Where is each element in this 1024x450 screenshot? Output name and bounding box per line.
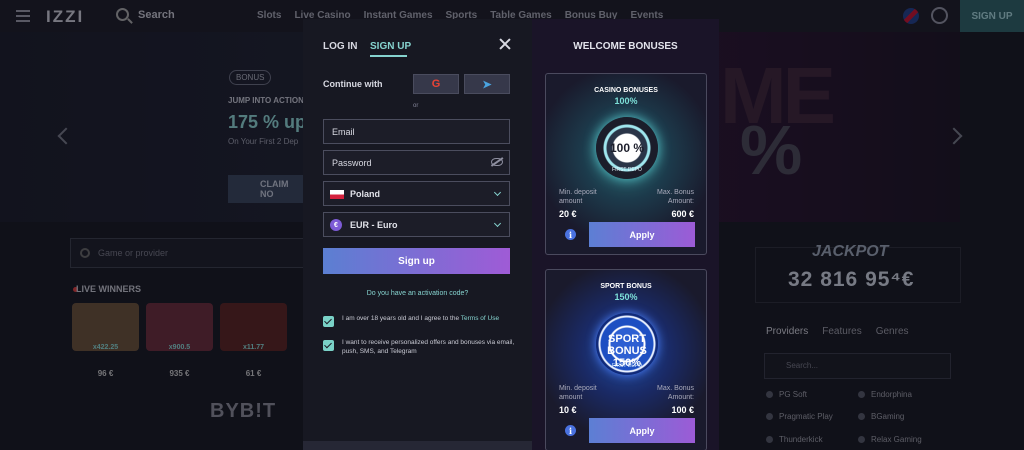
email-placeholder: Email bbox=[332, 127, 355, 137]
chevron-down-icon bbox=[493, 219, 502, 228]
euro-icon: € bbox=[330, 219, 342, 231]
sport-chip-icon: SPORT BONUS 150% FIRST DEPO bbox=[596, 313, 658, 375]
tab-login[interactable]: LOG IN bbox=[323, 41, 357, 52]
min-deposit-label: Min. deposit amount bbox=[559, 189, 597, 205]
signup-button[interactable]: Sign up bbox=[323, 248, 510, 274]
chevron-down-icon bbox=[493, 188, 502, 197]
card-percent: 150% bbox=[614, 292, 638, 302]
active-tab-indicator bbox=[370, 55, 407, 57]
min-deposit-value: 20 € bbox=[559, 209, 577, 219]
google-icon: G bbox=[431, 78, 441, 90]
telegram-login-button[interactable]: ➤ bbox=[464, 74, 510, 94]
bonus-heading: WELCOME BONUSES bbox=[573, 41, 678, 52]
casino-bonus-card: CASINO BONUSES 100% 100 % FIRST DEPO Min… bbox=[545, 73, 707, 255]
marketing-label: I want to receive personalized offers an… bbox=[342, 339, 515, 355]
email-field[interactable]: Email bbox=[323, 119, 510, 144]
max-bonus-value: 100 € bbox=[671, 405, 694, 415]
max-bonus-value: 600 € bbox=[671, 209, 694, 219]
marketing-checkbox[interactable] bbox=[323, 340, 334, 351]
auth-modal: LOG IN SIGN UP Continue with G ➤ or Emai… bbox=[303, 19, 532, 450]
password-field[interactable]: Password bbox=[323, 150, 510, 175]
age-terms-checkbox[interactable] bbox=[323, 316, 334, 327]
min-deposit-value: 10 € bbox=[559, 405, 577, 415]
max-bonus-label: Max. Bonus Amount: bbox=[657, 189, 694, 205]
country-select[interactable]: Poland bbox=[323, 181, 510, 206]
password-placeholder: Password bbox=[332, 158, 372, 168]
card-title: CASINO BONUSES bbox=[594, 87, 658, 94]
activation-code-link[interactable]: Do you have an activation code? bbox=[303, 290, 532, 297]
or-divider: or bbox=[413, 103, 419, 109]
poland-flag-icon bbox=[330, 190, 344, 199]
modal-footer bbox=[303, 441, 532, 450]
continue-with-label: Continue with bbox=[323, 79, 383, 89]
info-icon[interactable]: i bbox=[565, 425, 576, 436]
min-deposit-label: Min. deposit amount bbox=[559, 385, 597, 401]
currency-value: EUR - Euro bbox=[350, 220, 398, 230]
telegram-icon: ➤ bbox=[482, 78, 492, 91]
chip-subtext: FIRST DEPO bbox=[612, 363, 642, 369]
age-terms-label: I am over 18 years old and I agree to th… bbox=[342, 314, 517, 323]
casino-apply-button[interactable]: Apply bbox=[589, 222, 695, 247]
card-title: SPORT BONUS bbox=[600, 283, 652, 290]
google-login-button[interactable]: G bbox=[413, 74, 459, 94]
chip-text: 100 % bbox=[609, 141, 645, 155]
welcome-bonuses-panel: WELCOME BONUSES CASINO BONUSES 100% 100 … bbox=[532, 19, 719, 450]
currency-select[interactable]: € EUR - Euro bbox=[323, 212, 510, 237]
close-icon[interactable] bbox=[499, 38, 511, 50]
casino-chip-icon: 100 % FIRST DEPO bbox=[596, 117, 658, 179]
country-value: Poland bbox=[350, 189, 381, 199]
terms-of-use-link[interactable]: Terms of Use bbox=[461, 315, 499, 322]
sport-apply-button[interactable]: Apply bbox=[589, 418, 695, 443]
sport-bonus-card: SPORT BONUS 150% SPORT BONUS 150% FIRST … bbox=[545, 269, 707, 450]
chip-subtext: FIRST DEPO bbox=[612, 167, 642, 173]
max-bonus-label: Max. Bonus Amount: bbox=[657, 385, 694, 401]
tab-signup[interactable]: SIGN UP bbox=[370, 41, 411, 52]
hide-password-icon[interactable] bbox=[491, 158, 503, 166]
card-percent: 100% bbox=[614, 96, 638, 106]
age-terms-text: I am over 18 years old and I agree to th… bbox=[342, 315, 460, 322]
info-icon[interactable]: i bbox=[565, 229, 576, 240]
